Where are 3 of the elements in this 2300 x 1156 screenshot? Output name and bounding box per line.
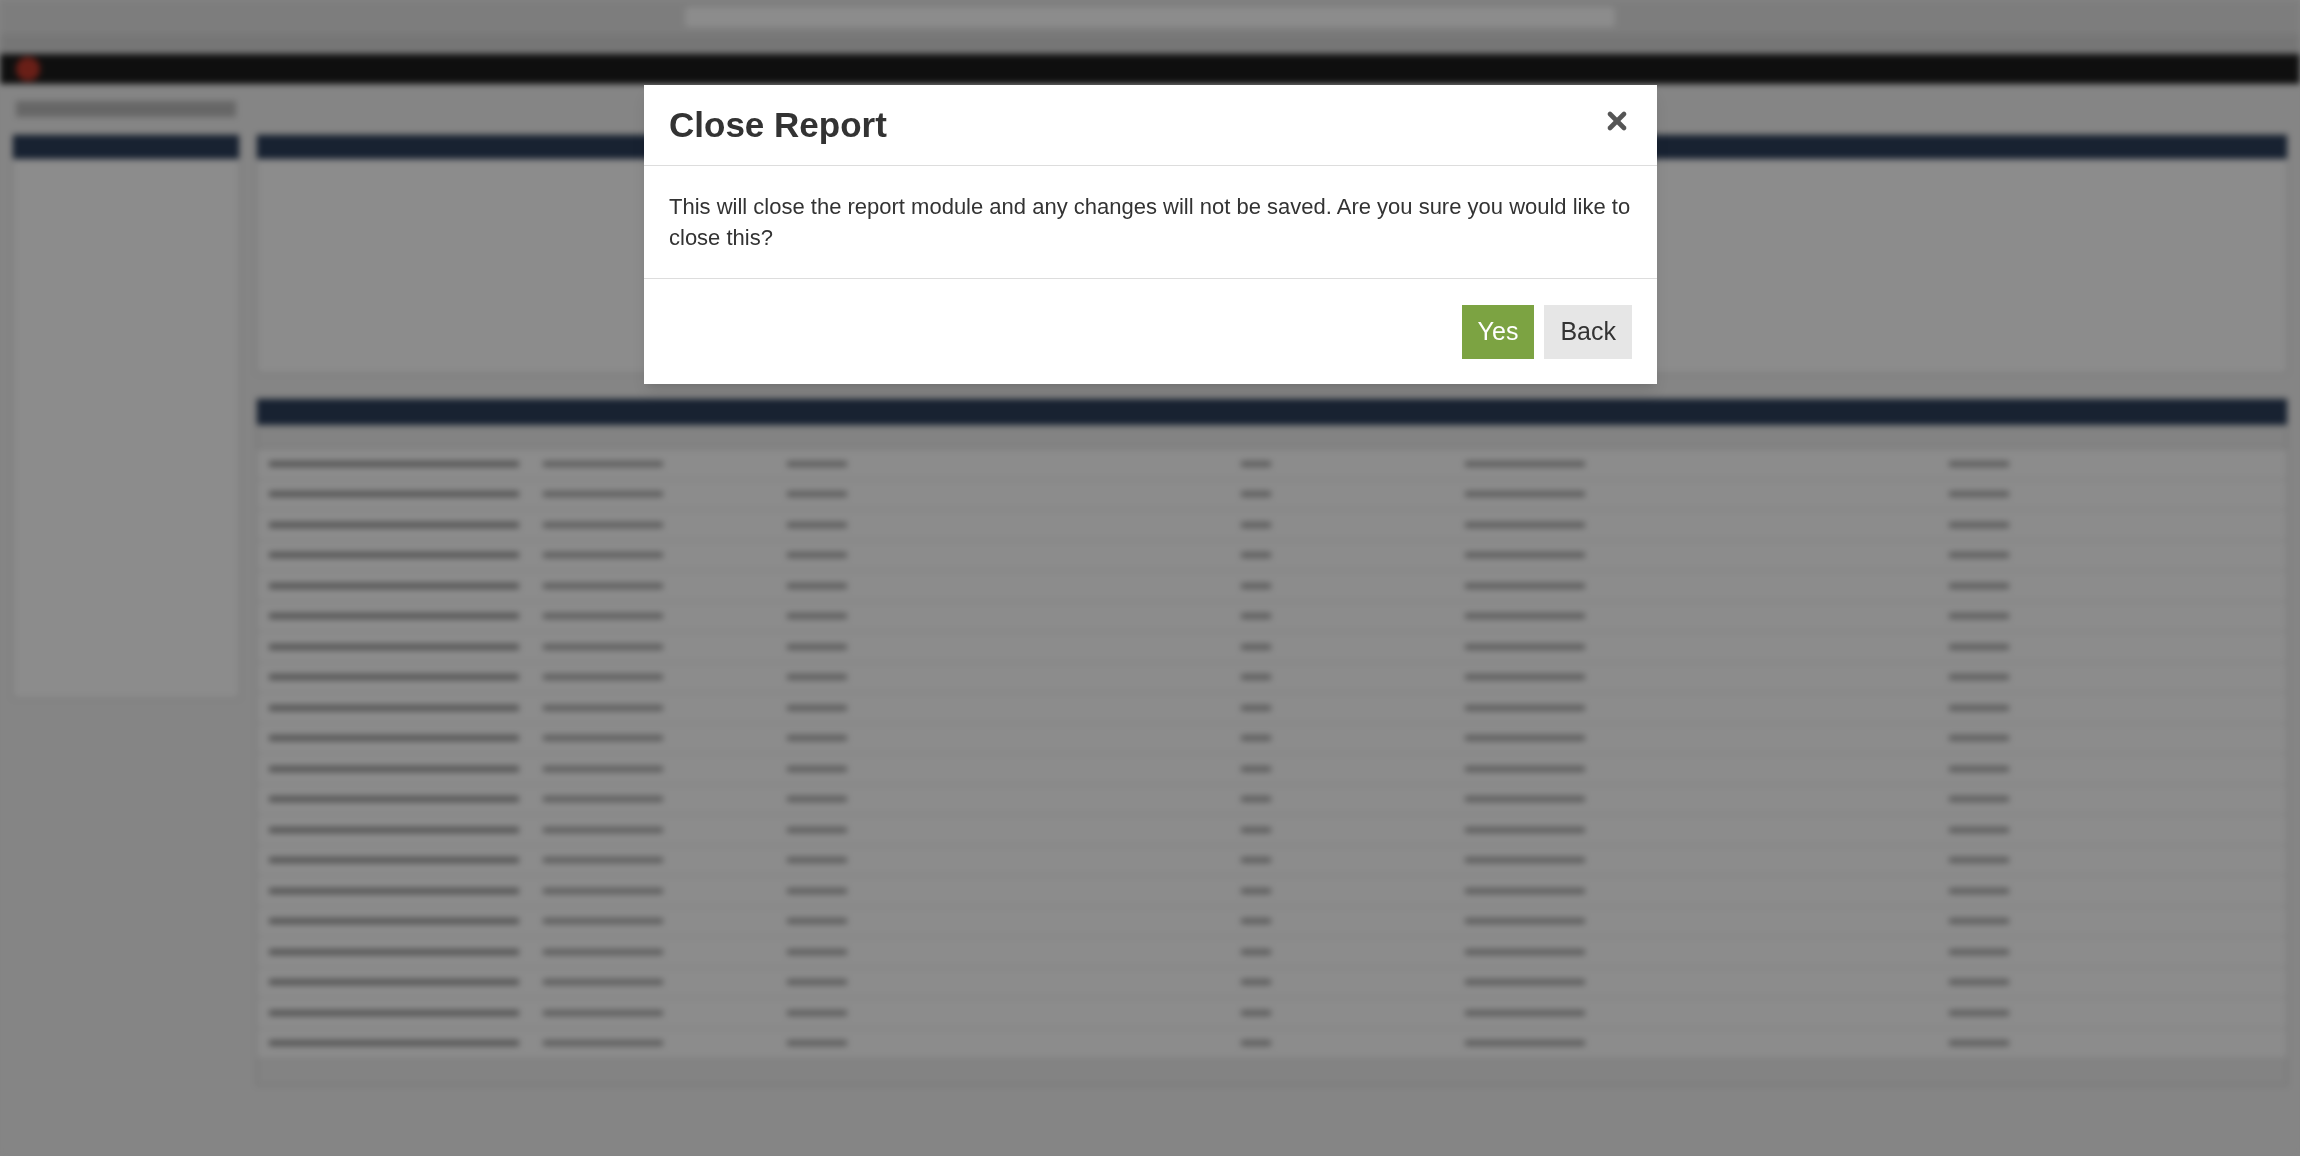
dialog-title: Close Report <box>669 103 887 146</box>
dialog-message: This will close the report module and any changes will not be saved. Are you sure you would like to close this? <box>669 193 1632 252</box>
back-button[interactable]: Back <box>1544 304 1632 359</box>
